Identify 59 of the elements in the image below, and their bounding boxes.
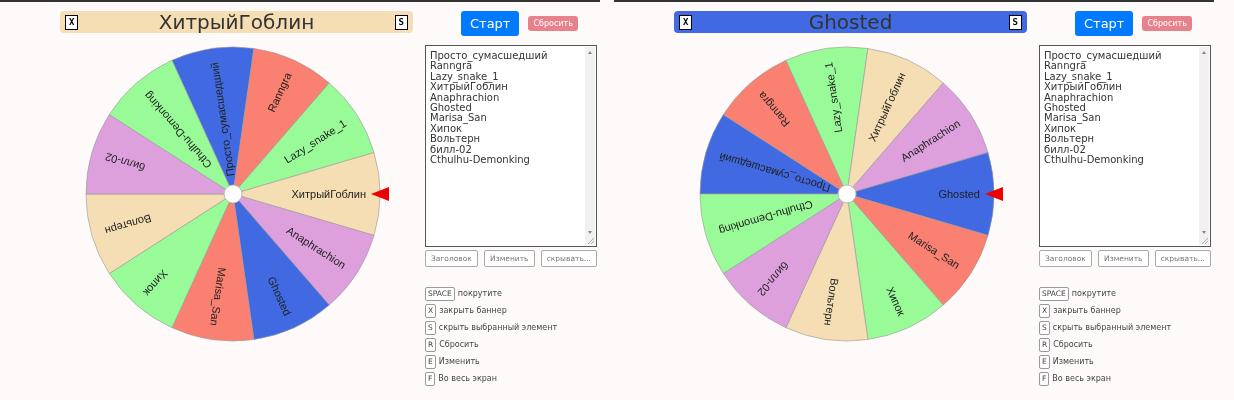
pointer-icon	[984, 187, 1003, 201]
close-banner-button[interactable]: X	[65, 14, 79, 30]
segment-label: ХитрыйГоблин	[291, 188, 366, 200]
shortcut-label: скрыть выбранный элемент	[1052, 323, 1172, 332]
shortcut-label: Изменить	[1052, 357, 1094, 366]
entry-line: Cthulhu-Demonking	[1044, 155, 1145, 166]
wheel-hub	[223, 184, 242, 204]
entry-line: Lazy_snake_1	[430, 71, 499, 83]
shortcut-label: Во весь экран	[1052, 374, 1111, 383]
entry-line: Просто_сумасшедший	[1044, 51, 1163, 62]
shortcut-label: Изменить	[438, 357, 480, 366]
segment-label: Вольтерн	[821, 277, 841, 327]
shortcut-label: покрутите	[457, 289, 502, 298]
scrollbar-icon[interactable]	[1199, 47, 1209, 245]
segment-label: Хипок	[883, 284, 908, 318]
banner-title: Ghosted	[808, 11, 893, 33]
entry-line: Ranngra	[1044, 61, 1087, 72]
hide-button[interactable]: S	[394, 14, 408, 30]
reset-button[interactable]: Сбросить	[528, 16, 578, 31]
entry-line: Просто_сумасшедший	[430, 51, 549, 62]
reset-button[interactable]: Сбросить	[1142, 16, 1192, 31]
entry-line: билл-02	[1044, 144, 1086, 155]
entries-field[interactable]: Просто_сумасшедший Ranngra Lazy_snake_1 ХитрыйГоблин Anaphrachion Ghosted Marisa_San Хипок Вольтерн билл-02 Cthulhu-Demonking	[1039, 45, 1211, 247]
entry-line: Ranngra	[430, 61, 473, 72]
entry-line: Anaphrachion	[430, 92, 500, 104]
shortcut-label: Во весь экран	[438, 374, 497, 383]
start-button[interactable]: Старт	[1075, 11, 1134, 36]
segment-label: Marisa_San	[207, 266, 228, 327]
entries-field[interactable]: Просто_сумасшедший Ranngra Lazy_snake_1 ХитрыйГоблин Anaphrachion Ghosted Marisa_San Хипок Вольтерн билл-02 Cthulhu-Demonking	[425, 45, 597, 247]
entry-line: ХитрыйГоблин	[1044, 82, 1123, 93]
entry-line: Anaphrachion	[1044, 92, 1114, 104]
segment-label: билл-02	[103, 150, 147, 174]
segment-label: Ghosted	[937, 188, 980, 200]
entry-line: Cthulhu-Demonking	[430, 155, 531, 166]
entry-line: Ghosted	[1044, 103, 1086, 114]
pointer-icon	[370, 187, 389, 201]
entry-line: Вольтерн	[1044, 134, 1096, 145]
close-banner-button[interactable]: X	[679, 14, 693, 30]
entry-line: Хипок	[430, 123, 463, 134]
segment-label: Lazy_snake_1	[821, 61, 844, 134]
entry-line: Marisa_San	[1044, 113, 1102, 124]
banner-title: ХитрыйГоблин	[158, 11, 315, 33]
entry-line: Вольтерн	[430, 134, 482, 145]
shortcut-label: закрыть баннер	[1053, 306, 1121, 315]
shortcut-label: скрыть выбранный элемент	[438, 323, 558, 332]
scrollbar-icon[interactable]	[585, 47, 595, 245]
entry-line: Marisa_San	[430, 113, 488, 124]
shortcut-label: закрыть баннер	[439, 306, 507, 315]
entry-line: билл-02	[430, 144, 472, 155]
start-button[interactable]: Старт	[461, 11, 520, 36]
wheel-hub	[837, 184, 856, 204]
shortcut-label: покрутите	[1071, 289, 1116, 298]
shortcut-label: Сбросить	[1053, 340, 1093, 349]
shortcut-label: Сбросить	[439, 340, 479, 349]
entry-line: Lazy_snake_1	[1044, 71, 1113, 83]
entry-line: Ghosted	[430, 103, 472, 114]
entry-line: ХитрыйГоблин	[430, 82, 509, 93]
entry-line: Хипок	[1044, 123, 1077, 134]
hide-button[interactable]: S	[1008, 14, 1022, 30]
